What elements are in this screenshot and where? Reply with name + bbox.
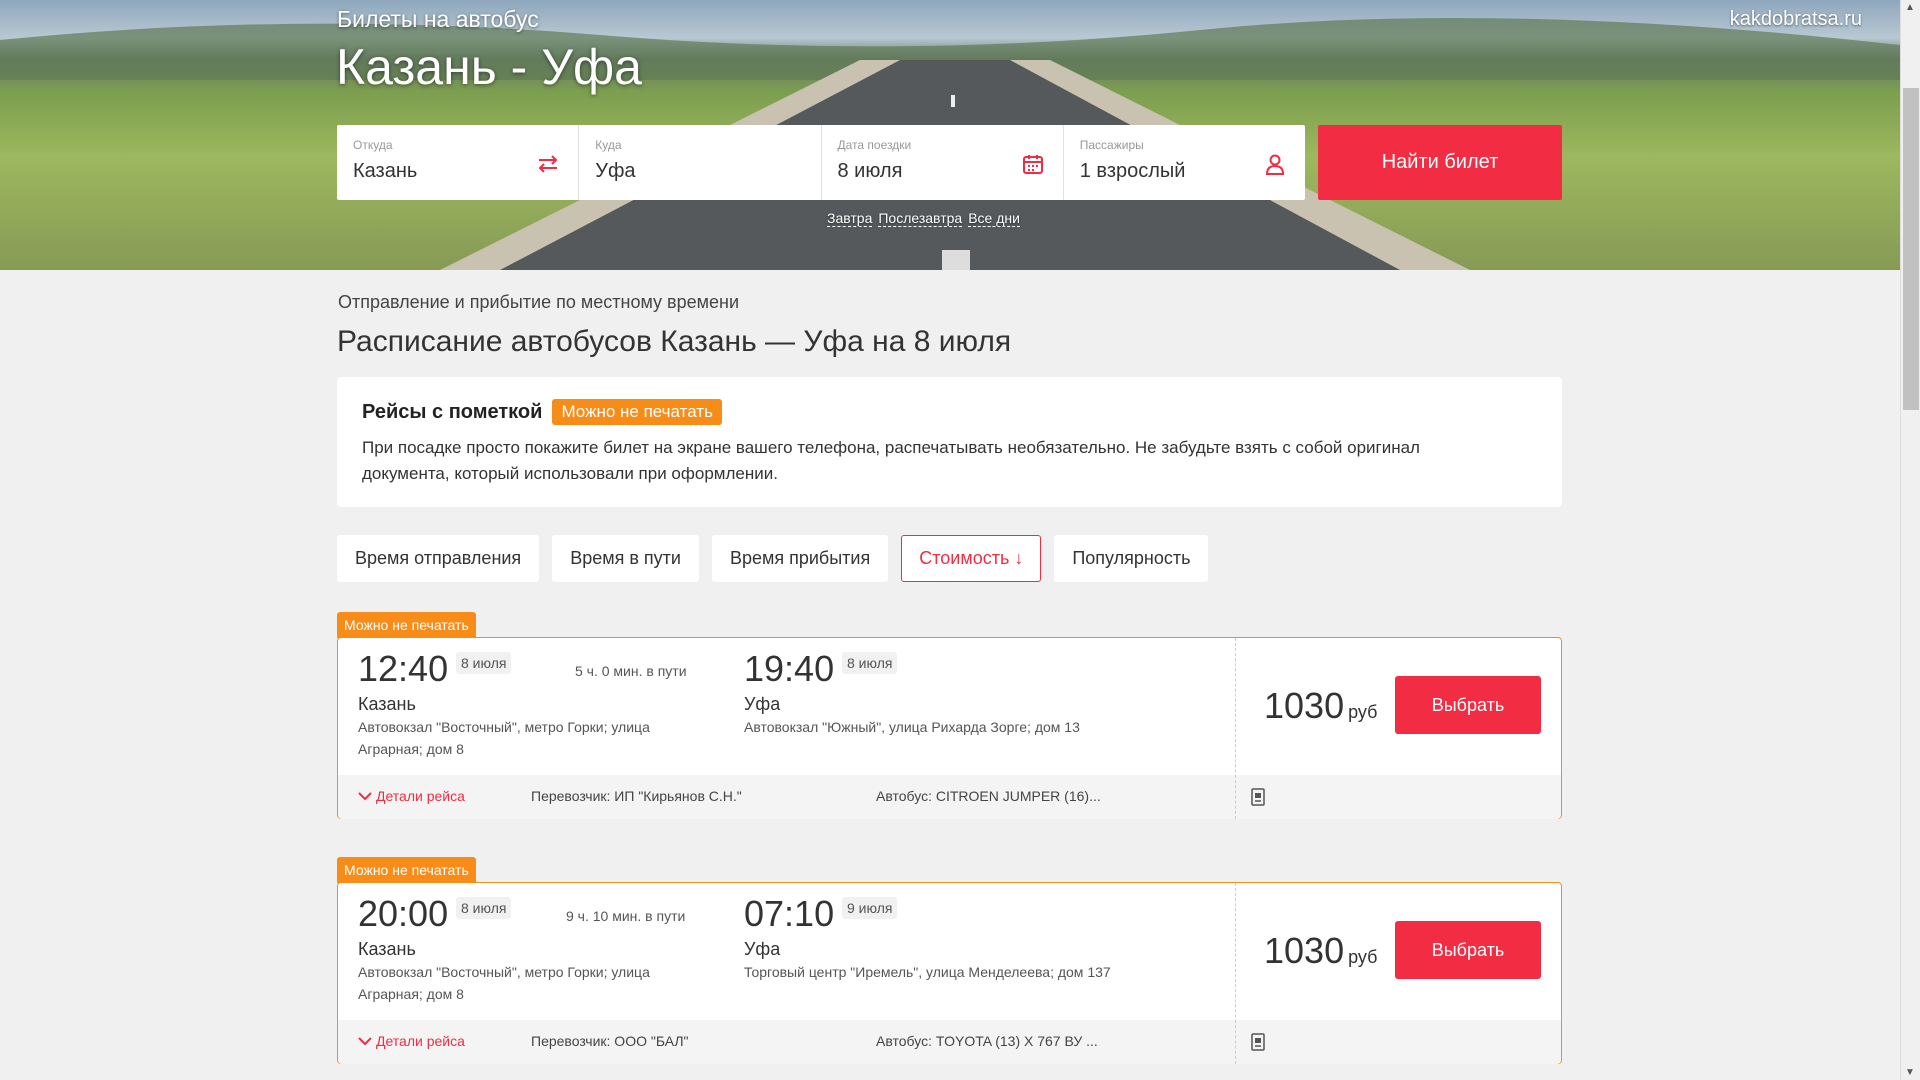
trip-price: 1030 руб xyxy=(1264,930,1377,972)
swap-icon[interactable] xyxy=(536,152,560,176)
bus-info: Автобус: CITROEN JUMPER (16)... xyxy=(876,788,1101,804)
date-field[interactable]: Дата поездки 8 июля xyxy=(822,125,1064,200)
no-print-tag: Можно не печатать xyxy=(337,612,476,638)
trip-details-label: Детали рейса xyxy=(376,1033,465,1049)
quick-dates: Завтра Послезавтра Все дни xyxy=(827,210,1020,227)
arrival-time: 07:10 xyxy=(744,893,835,934)
page-scrollbar[interactable]: ▲ ▼ xyxy=(1900,0,1920,1080)
arrival-time: 19:40 xyxy=(744,648,835,689)
trip-details-label: Детали рейса xyxy=(376,788,465,804)
from-label: Откуда xyxy=(353,138,393,152)
sort-popularity[interactable]: Популярность xyxy=(1054,535,1209,582)
no-print-info-box: Рейсы с пометкой Можно не печатать При п… xyxy=(337,377,1562,507)
scroll-down-arrow-icon[interactable]: ▼ xyxy=(1905,1067,1915,1078)
no-print-badge: Можно не печатать xyxy=(552,399,722,425)
passengers-field[interactable]: Пассажиры 1 взрослый xyxy=(1064,125,1305,200)
trip-card-body: 12:40 8 июля 5 ч. 0 мин. в пути Казань А… xyxy=(337,637,1562,819)
trip-footer: Детали рейса Перевозчик: ИП "Кирьянов С.… xyxy=(338,775,1561,819)
to-field[interactable]: Куда Уфа xyxy=(579,125,822,200)
quick-date-day-after[interactable]: Послезавтра xyxy=(878,210,963,227)
hero-title: Казань - Уфа xyxy=(336,39,642,95)
departure-address-line-1: Автовокзал "Восточный", метро Горки; ули… xyxy=(358,719,650,735)
travel-duration: 5 ч. 0 мин. в пути xyxy=(575,663,687,679)
departure-time: 20:00 xyxy=(358,893,449,934)
scrollbar-thumb[interactable] xyxy=(1903,88,1919,410)
footer-divider xyxy=(1235,775,1236,819)
sort-arrival-time[interactable]: Время прибытия xyxy=(711,535,889,582)
person-icon xyxy=(1265,154,1285,175)
arrival-address: Торговый центр "Иремель", улица Менделее… xyxy=(744,964,1111,980)
local-time-note: Отправление и прибытие по местному време… xyxy=(338,292,739,312)
departure-address-line-1: Автовокзал "Восточный", метро Горки; ули… xyxy=(358,964,650,980)
chevron-down-icon xyxy=(358,1037,372,1046)
find-ticket-button[interactable]: Найти билет xyxy=(1318,125,1562,200)
chevron-down-icon xyxy=(358,792,372,801)
calendar-icon xyxy=(1022,155,1043,174)
departure-address-line-2: Аграрная; дом 8 xyxy=(358,741,464,757)
departure-address-line-2: Аграрная; дом 8 xyxy=(358,986,464,1002)
departure-city: Казань xyxy=(358,939,416,959)
date-label: Дата поездки xyxy=(837,138,912,152)
departure-address: Автовокзал "Восточный", метро Горки; ули… xyxy=(358,716,650,760)
price-currency: руб xyxy=(1348,947,1378,967)
sort-bar: Время отправления Время в пути Время при… xyxy=(337,535,1209,582)
arrival-date: 8 июля xyxy=(842,652,898,674)
carrier-info: Перевозчик: ООО "БАЛ" xyxy=(531,1033,689,1049)
from-value: Казань xyxy=(353,160,418,182)
footer-divider xyxy=(1235,1020,1236,1064)
quick-date-tomorrow[interactable]: Завтра xyxy=(827,210,873,227)
site-watermark: kakdobratsa.ru xyxy=(1729,8,1862,30)
departure-date: 8 июля xyxy=(456,652,512,674)
price-value: 1030 xyxy=(1264,685,1345,726)
passengers-value: 1 взрослый xyxy=(1079,160,1186,182)
trip-price: 1030 руб xyxy=(1264,685,1377,727)
from-field[interactable]: Откуда Казань xyxy=(337,125,580,200)
select-trip-button[interactable]: Выбрать xyxy=(1395,921,1541,979)
carrier-info: Перевозчик: ИП "Кирьянов С.Н." xyxy=(531,788,742,804)
travel-duration: 9 ч. 10 мин. в пути xyxy=(566,908,686,924)
hero-banner: kakdobratsa.ru Билеты на автобус Казань … xyxy=(0,0,1900,270)
departure-address: Автовокзал "Восточный", метро Горки; ули… xyxy=(358,961,650,1005)
no-print-tag: Можно не печатать xyxy=(337,857,476,883)
hero-subtitle: Билеты на автобус xyxy=(337,6,539,32)
info-text: При посадке просто покажите билет на экр… xyxy=(362,438,1420,483)
to-label: Куда xyxy=(595,138,622,152)
to-value: Уфа xyxy=(595,160,636,182)
trip-card-body: 20:00 8 июля 9 ч. 10 мин. в пути Казань … xyxy=(337,882,1562,1064)
document-icon[interactable] xyxy=(1250,1033,1266,1051)
search-form: Откуда Казань Куда Уфа Дата поездки 8 ию… xyxy=(337,125,1305,200)
departure-city: Казань xyxy=(358,694,416,714)
arrival-date: 9 июля xyxy=(842,897,898,919)
select-trip-button[interactable]: Выбрать xyxy=(1395,676,1541,734)
info-title: Рейсы с пометкой xyxy=(362,400,543,423)
arrival-city: Уфа xyxy=(744,939,781,959)
passengers-label: Пассажиры xyxy=(1079,138,1144,152)
departure-date: 8 июля xyxy=(456,897,512,919)
bus-info: Автобус: TOYOTA (13) Х 767 ВУ ... xyxy=(876,1033,1098,1049)
price-currency: руб xyxy=(1348,702,1378,722)
trip-footer: Детали рейса Перевозчик: ООО "БАЛ" Автоб… xyxy=(338,1020,1561,1064)
document-icon[interactable] xyxy=(1250,788,1266,806)
price-value: 1030 xyxy=(1264,930,1345,971)
page-title: Расписание автобусов Казань — Уфа на 8 и… xyxy=(337,325,1012,358)
trip-details-toggle[interactable]: Детали рейса xyxy=(358,1033,465,1049)
sort-departure-time[interactable]: Время отправления xyxy=(337,535,540,582)
quick-date-all-days[interactable]: Все дни xyxy=(968,210,1020,227)
sort-travel-time[interactable]: Время в пути xyxy=(552,535,699,582)
date-value: 8 июля xyxy=(837,160,903,182)
arrival-city: Уфа xyxy=(744,694,781,714)
scroll-up-arrow-icon[interactable]: ▲ xyxy=(1905,2,1915,13)
sort-price[interactable]: Стоимость ↓ xyxy=(901,535,1042,582)
departure-time: 12:40 xyxy=(358,648,449,689)
trip-details-toggle[interactable]: Детали рейса xyxy=(358,788,465,804)
arrival-address: Автовокзал "Южный", улица Рихарда Зорге;… xyxy=(744,719,1080,735)
